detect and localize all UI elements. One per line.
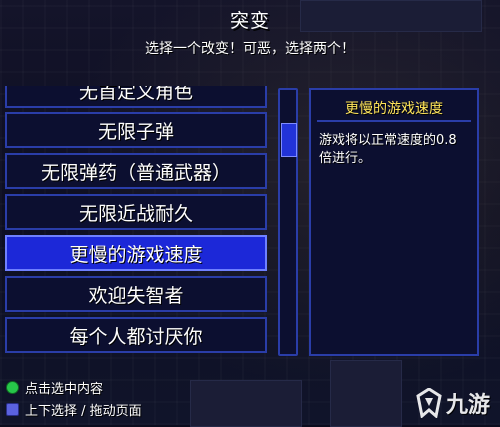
- green-button-icon: [6, 381, 19, 394]
- mutation-item-label: 无首定义角色: [78, 86, 193, 103]
- background-tile: [330, 360, 402, 427]
- blue-button-icon: [6, 403, 19, 416]
- scrollbar-thumb[interactable]: [281, 123, 297, 157]
- mutation-item-label: 无限子弹: [97, 120, 174, 143]
- mutation-list[interactable]: 无首定义角色 无限子弹 无限弹药（普通武器） 无限近战耐久 更慢的游戏速度 欢迎…: [5, 86, 271, 360]
- list-scrollbar[interactable]: [278, 88, 298, 356]
- watermark-text: 九游: [445, 393, 490, 418]
- mutation-item-label: 每个人都讨厌你: [69, 325, 203, 348]
- description-divider: [317, 120, 471, 122]
- mutation-item-label: 无限近战耐久: [78, 202, 193, 225]
- mutation-item[interactable]: 欢迎失智者: [5, 276, 267, 312]
- mutation-item-label: 欢迎失智者: [88, 284, 184, 307]
- mutation-item[interactable]: 无限子弹: [5, 112, 267, 148]
- watermark-icon: [416, 388, 442, 418]
- mutation-item-selected[interactable]: 更慢的游戏速度: [5, 235, 267, 271]
- hint-select: 点击选中内容: [6, 378, 103, 397]
- description-title: 更慢的游戏速度: [345, 101, 443, 117]
- screen-subtitle: 选择一个改变！可恶，选择两个！: [145, 41, 355, 57]
- mutation-item[interactable]: 无限弹药（普通武器）: [5, 153, 267, 189]
- hint-text: 上下选择 / 拖动页面: [25, 404, 142, 419]
- hint-navigate: 上下选择 / 拖动页面: [6, 400, 142, 419]
- mutation-item-label: 无限弹药（普通武器）: [40, 161, 231, 184]
- mutation-item[interactable]: 无首定义角色: [5, 86, 267, 108]
- screen-title: 突变: [229, 10, 270, 32]
- hint-text: 点击选中内容: [25, 382, 104, 397]
- description-panel: 更慢的游戏速度 游戏将以正常速度的0.8倍进行。: [309, 88, 479, 356]
- mutation-item[interactable]: 无限近战耐久: [5, 194, 267, 230]
- description-body: 游戏将以正常速度的0.8倍进行。: [319, 133, 457, 166]
- watermark-logo: 九游: [416, 387, 490, 419]
- background-tile: [190, 380, 302, 427]
- mutation-item-label: 更慢的游戏速度: [69, 243, 203, 266]
- mutation-item[interactable]: 每个人都讨厌你: [5, 317, 267, 353]
